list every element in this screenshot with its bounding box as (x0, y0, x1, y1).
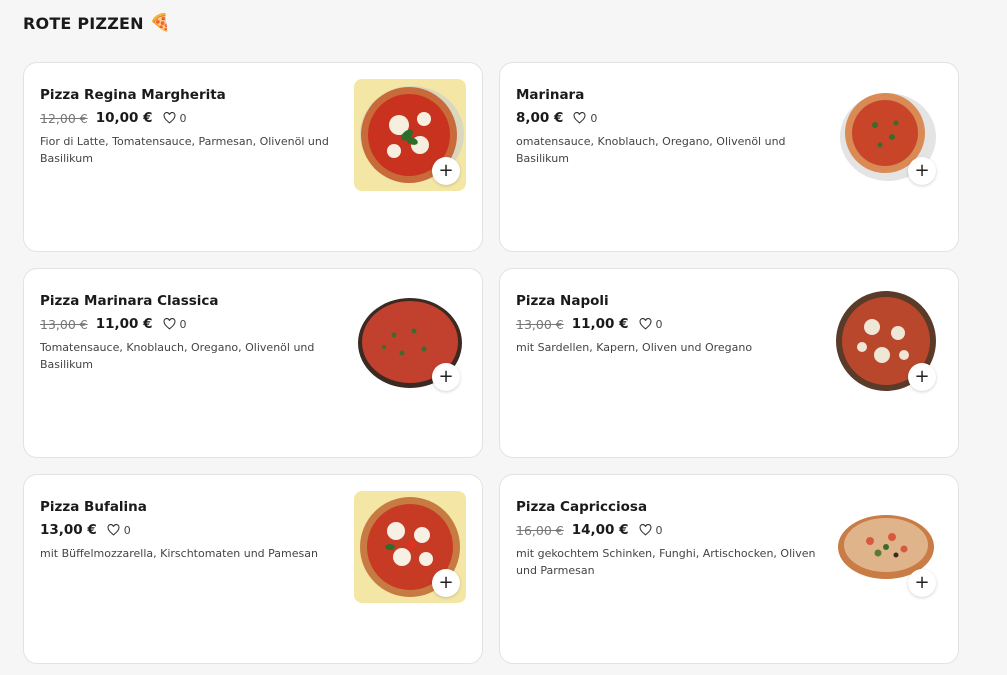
add-to-cart-button[interactable]: + (432, 569, 460, 597)
product-info: Pizza Capricciosa 16,00 € 14,00 € 0 mit … (516, 498, 816, 579)
price-row: 8,00 € 0 (516, 109, 816, 127)
price-row: 12,00 € 10,00 € 0 (40, 109, 340, 127)
price: 11,00 € (95, 316, 153, 332)
product-name: Pizza Napoli (516, 293, 609, 309)
product-info: Pizza Marinara Classica 13,00 € 11,00 € … (40, 292, 340, 373)
price: 14,00 € (571, 522, 629, 538)
like-count: 0 (590, 111, 598, 125)
add-to-cart-button[interactable]: + (908, 569, 936, 597)
product-info: Pizza Napoli 13,00 € 11,00 € 0 mit Sarde… (516, 292, 816, 356)
product-card[interactable]: Pizza Bufalina 13,00 € 0 mit Büffelmozza… (23, 474, 483, 664)
price: 10,00 € (95, 110, 153, 126)
price: 13,00 € (40, 522, 97, 538)
add-to-cart-button[interactable]: + (908, 157, 936, 185)
product-card[interactable]: Pizza Regina Margherita 12,00 € 10,00 € … (23, 62, 483, 252)
old-price: 16,00 € (516, 522, 564, 538)
like-button[interactable]: 0 (107, 524, 131, 537)
product-info: Pizza Bufalina 13,00 € 0 mit Büffelmozza… (40, 498, 340, 562)
old-price: 13,00 € (40, 316, 88, 332)
product-card[interactable]: Pizza Marinara Classica 13,00 € 11,00 € … (23, 268, 483, 458)
heart-icon (163, 318, 175, 330)
product-description: mit Sardellen, Kapern, Oliven und Oregan… (516, 341, 753, 354)
product-card[interactable]: Pizza Capricciosa 16,00 € 14,00 € 0 mit … (499, 474, 959, 664)
old-price: 12,00 € (40, 110, 88, 126)
section-title-text: ROTE PIZZEN (23, 13, 144, 33)
price: 8,00 € (516, 110, 564, 126)
like-button[interactable]: 0 (163, 112, 187, 125)
product-name: Pizza Marinara Classica (40, 293, 219, 309)
product-info: Pizza Regina Margherita 12,00 € 10,00 € … (40, 86, 340, 167)
product-description: Tomatensauce, Knoblauch, Oregano, Oliven… (40, 341, 315, 371)
like-button[interactable]: 0 (639, 318, 663, 331)
product-name: Pizza Bufalina (40, 499, 147, 515)
price-row: 13,00 € 11,00 € 0 (516, 315, 816, 333)
product-description: mit gekochtem Schinken, Funghi, Artischo… (516, 547, 816, 577)
product-description: mit Büffelmozzarella, Kirschtomaten und … (40, 547, 318, 560)
product-name: Pizza Regina Margherita (40, 87, 226, 103)
like-count: 0 (655, 317, 663, 331)
add-to-cart-button[interactable]: + (432, 363, 460, 391)
add-to-cart-button[interactable]: + (908, 363, 936, 391)
heart-icon (573, 112, 586, 124)
like-count: 0 (179, 111, 187, 125)
price-row: 13,00 € 0 (40, 521, 340, 539)
product-description: Fior di Latte, Tomatensauce, Parmesan, O… (40, 135, 329, 165)
heart-icon (639, 524, 651, 536)
product-card[interactable]: Pizza Napoli 13,00 € 11,00 € 0 mit Sarde… (499, 268, 959, 458)
like-button[interactable]: 0 (573, 112, 597, 125)
section-title: ROTE PIZZEN 🍕 (23, 13, 171, 33)
add-to-cart-button[interactable]: + (432, 157, 460, 185)
price: 11,00 € (571, 316, 629, 332)
product-name: Marinara (516, 87, 585, 103)
product-info: Marinara 8,00 € 0 omatensauce, Knoblauch… (516, 86, 816, 167)
heart-icon (163, 112, 175, 124)
like-count: 0 (179, 317, 187, 331)
heart-icon (107, 524, 120, 536)
like-count: 0 (123, 523, 131, 537)
price-row: 13,00 € 11,00 € 0 (40, 315, 340, 333)
price-row: 16,00 € 14,00 € 0 (516, 521, 816, 539)
product-description: omatensauce, Knoblauch, Oregano, Olivenö… (516, 135, 786, 165)
like-button[interactable]: 0 (163, 318, 187, 331)
like-count: 0 (655, 523, 663, 537)
product-name: Pizza Capricciosa (516, 499, 648, 515)
heart-icon (639, 318, 651, 330)
pizza-icon: 🍕 (149, 13, 172, 33)
product-grid: Pizza Regina Margherita 12,00 € 10,00 € … (23, 62, 959, 664)
like-button[interactable]: 0 (639, 524, 663, 537)
old-price: 13,00 € (516, 316, 564, 332)
product-card[interactable]: Marinara 8,00 € 0 omatensauce, Knoblauch… (499, 62, 959, 252)
